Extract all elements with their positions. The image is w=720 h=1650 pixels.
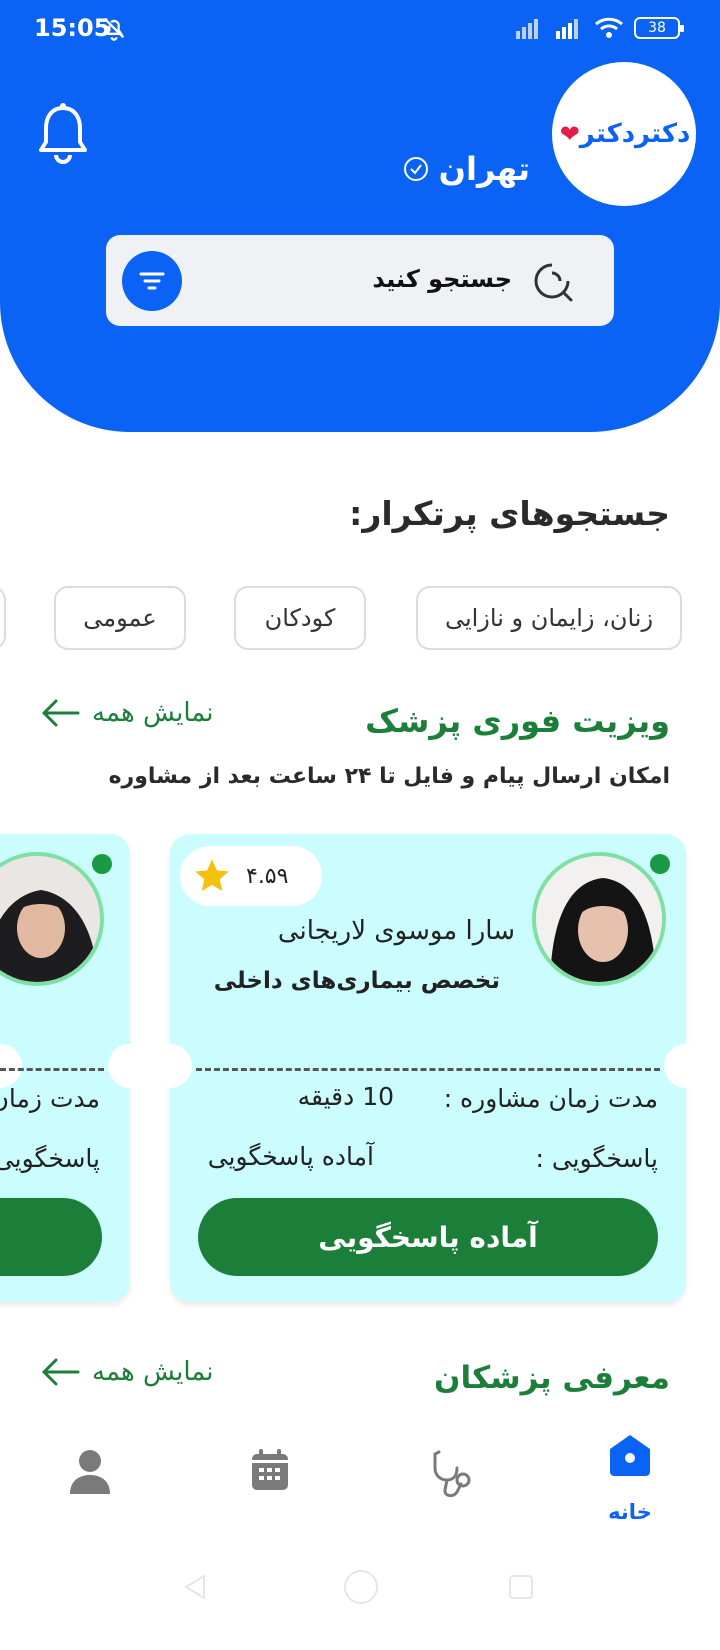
card-notch: [148, 1044, 192, 1088]
show-all-label: نمایش همه: [92, 698, 214, 728]
city-name: تهران: [438, 150, 530, 188]
card-notch: [108, 1044, 152, 1088]
card-notch: [664, 1044, 708, 1088]
nav-appointments[interactable]: [240, 1448, 300, 1508]
duration-value: 10 دقیقه: [297, 1082, 394, 1111]
doctor-name: سارا موسوی لاریجانی: [277, 916, 515, 946]
peek-answer-button[interactable]: [0, 1198, 102, 1276]
search-input[interactable]: جستجو کنید: [372, 265, 512, 293]
chip-women-gynecology[interactable]: زنان، زایمان و نازایی: [416, 586, 682, 650]
nav-profile[interactable]: [60, 1448, 120, 1508]
ready-to-answer-button[interactable]: آماده پاسخگویی: [198, 1198, 658, 1276]
chip-partial[interactable]: [0, 586, 6, 650]
filter-icon: [139, 272, 165, 290]
person-icon: [70, 1450, 110, 1494]
online-indicator-peek: [92, 854, 112, 874]
chip-general[interactable]: عمومی: [54, 586, 186, 650]
frequent-searches-title: جستجوهای پرتکرار:: [349, 494, 670, 533]
doctor-avatar: [532, 852, 666, 986]
doctors-intro-title: معرفی پزشکان: [434, 1360, 670, 1396]
app-screen: 15:05 38 ❤ دکتردکتر تهران جستجو کنید جست…: [0, 0, 720, 1650]
nav-home-label: خانه: [608, 1500, 652, 1524]
star-icon: [195, 859, 229, 891]
show-all-label: نمایش همه: [92, 1357, 214, 1387]
card-divider-peek: [0, 1068, 104, 1071]
back-nav-icon[interactable]: [180, 1572, 210, 1602]
signal-x-icon: [516, 19, 538, 39]
nav-doctors[interactable]: [420, 1448, 480, 1508]
home-icon: [610, 1435, 650, 1476]
wifi-icon: [595, 17, 623, 38]
nav-home[interactable]: [600, 1432, 660, 1492]
peek-response-label: پاسخگویی: [0, 1144, 100, 1173]
app-logo: ❤ دکتردکتر: [552, 62, 696, 206]
peek-duration-label: مدت زمان: [0, 1084, 100, 1113]
status-icons: 38: [514, 14, 684, 42]
doctor-specialty: تخصص بیماری‌های داخلی: [213, 968, 500, 994]
notification-bell-icon[interactable]: [36, 102, 90, 164]
filter-button[interactable]: [122, 251, 182, 311]
search-bar[interactable]: جستجو کنید: [106, 235, 614, 326]
arrow-left-icon: [42, 699, 80, 727]
battery-indicator: 38: [634, 17, 684, 39]
response-value: آماده پاسخگویی: [207, 1142, 374, 1171]
rating-value: ۴.۵۹: [246, 863, 289, 889]
heart-logo-icon: ❤: [559, 120, 580, 148]
signal-icon: [556, 19, 578, 39]
response-label: پاسخگویی :: [535, 1144, 658, 1173]
system-navigation: [0, 1560, 720, 1650]
chip-children[interactable]: کودکان: [234, 586, 366, 650]
card-divider: [196, 1068, 660, 1071]
header: 15:05 38 ❤ دکتردکتر تهران جستجو کنید: [0, 0, 720, 432]
stethoscope-icon: [433, 1450, 471, 1498]
show-all-doctors[interactable]: نمایش همه: [40, 1357, 214, 1387]
online-indicator: [650, 854, 670, 874]
status-bar: 15:05 38: [0, 0, 720, 56]
notifications-muted-icon: [103, 17, 125, 41]
show-all-instant-visit[interactable]: نمایش همه: [40, 698, 214, 728]
verified-badge-icon: [403, 157, 428, 181]
recents-nav-icon[interactable]: [506, 1572, 536, 1602]
arrow-left-icon: [42, 1358, 80, 1386]
instant-visit-subtitle: امکان ارسال پیام و فایل تا ۲۴ ساعت بعد ا…: [108, 764, 670, 789]
logo-text: دکتردکتر: [579, 119, 691, 149]
city-selector[interactable]: تهران: [403, 150, 530, 188]
instant-visit-title: ویزیت فوری پزشک: [365, 702, 670, 740]
duration-label: مدت زمان مشاوره :: [443, 1084, 658, 1113]
calendar-icon: [252, 1449, 288, 1490]
status-time: 15:05: [34, 14, 111, 42]
rating-badge: ۴.۵۹: [180, 846, 322, 906]
search-icon: [534, 263, 573, 302]
home-nav-icon[interactable]: [342, 1568, 380, 1606]
